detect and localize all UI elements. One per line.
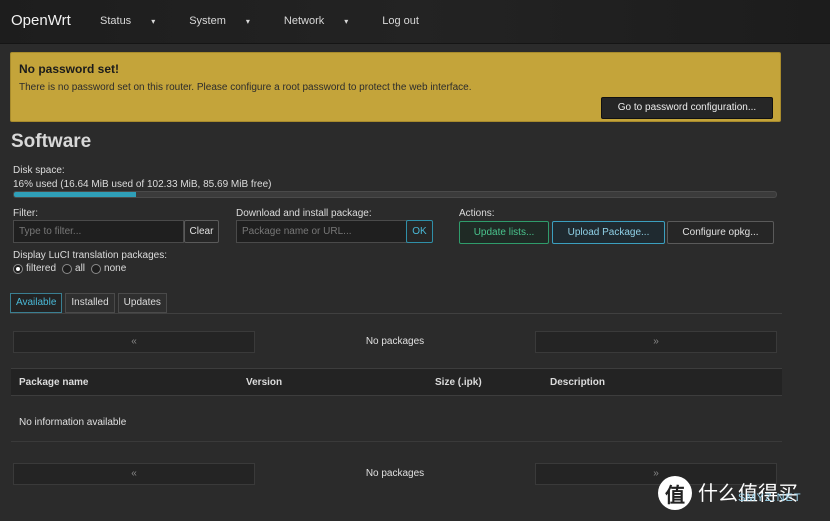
package-url-input[interactable] <box>236 220 407 243</box>
disk-usage-text: 16% used (16.64 MiB used of 102.33 MiB, … <box>13 179 272 190</box>
translation-radio-group: filtered all none <box>13 263 132 274</box>
filter-label: Filter: <box>13 208 38 219</box>
radio-checked-icon[interactable] <box>13 263 23 274</box>
column-size[interactable]: Size (.ipk) <box>435 377 482 388</box>
radio-none[interactable]: none <box>91 263 126 274</box>
install-ok-button[interactable]: OK <box>406 220 433 243</box>
tab-installed[interactable]: Installed <box>65 293 115 313</box>
menu-status[interactable]: Status ▾ <box>100 15 172 27</box>
radio-unchecked-icon[interactable] <box>91 263 102 274</box>
radio-all-label: all <box>75 263 86 274</box>
column-description[interactable]: Description <box>550 377 605 388</box>
translation-label: Display LuCI translation packages: <box>13 250 167 261</box>
pager-prev-button-bottom[interactable]: « <box>13 463 255 485</box>
tab-updates[interactable]: Updates <box>117 293 167 313</box>
pager-prev-button-top[interactable]: « <box>13 331 255 353</box>
package-tabs: Available Installed Updates <box>10 293 170 313</box>
menu-system[interactable]: System ▾ <box>189 15 267 27</box>
brand-logo[interactable]: OpenWrt <box>11 12 71 29</box>
disk-space-label: Disk space: <box>13 165 65 176</box>
radio-unchecked-icon[interactable] <box>62 263 73 274</box>
tab-divider <box>10 313 782 314</box>
filter-input[interactable] <box>13 220 184 243</box>
chevron-down-icon: ▾ <box>344 17 349 26</box>
menu-system-label: System <box>189 15 226 27</box>
table-divider <box>11 441 782 442</box>
alert-message: There is no password set on this router.… <box>19 82 472 93</box>
radio-all[interactable]: all <box>62 263 85 274</box>
table-empty-message: No information available <box>19 417 127 428</box>
no-password-alert: No password set! There is no password se… <box>10 52 781 122</box>
pager-status-bottom: No packages <box>365 468 425 479</box>
page-title: Software <box>11 131 92 152</box>
alert-title: No password set! <box>19 62 120 76</box>
top-navbar: OpenWrt Status ▾ System ▾ Network ▾ Log out <box>0 0 830 44</box>
menu-logout[interactable]: Log out <box>382 15 419 27</box>
main-menu: Status ▾ System ▾ Network ▾ Log out <box>100 15 436 27</box>
actions-label: Actions: <box>459 208 495 219</box>
radio-filtered[interactable]: filtered <box>13 263 56 274</box>
disk-progress-fill <box>14 192 136 197</box>
upload-package-button[interactable]: Upload Package... <box>552 221 665 244</box>
watermark-subtext: SMYZ.NET <box>738 492 802 504</box>
tab-available[interactable]: Available <box>10 293 63 313</box>
menu-network-label: Network <box>283 15 325 27</box>
menu-network[interactable]: Network ▾ <box>284 15 365 27</box>
chevron-down-icon: ▾ <box>245 17 250 26</box>
radio-none-label: none <box>104 263 127 274</box>
column-version[interactable]: Version <box>246 377 282 388</box>
configure-opkg-button[interactable]: Configure opkg... <box>667 221 774 244</box>
chevron-down-icon: ▾ <box>151 17 156 26</box>
update-lists-button[interactable]: Update lists... <box>459 221 549 244</box>
pager-status-top: No packages <box>365 336 425 347</box>
pager-next-button-top[interactable]: » <box>535 331 777 353</box>
radio-filtered-label: filtered <box>26 263 57 274</box>
column-package-name[interactable]: Package name <box>19 377 89 388</box>
clear-filter-button[interactable]: Clear <box>184 220 219 243</box>
download-label: Download and install package: <box>236 208 372 219</box>
disk-progress-bar <box>13 191 777 198</box>
watermark-logo-icon: 值 <box>658 476 692 510</box>
password-config-button[interactable]: Go to password configuration... <box>601 97 773 119</box>
package-table-header: Package name Version Size (.ipk) Descrip… <box>11 368 782 396</box>
menu-status-label: Status <box>100 15 132 27</box>
